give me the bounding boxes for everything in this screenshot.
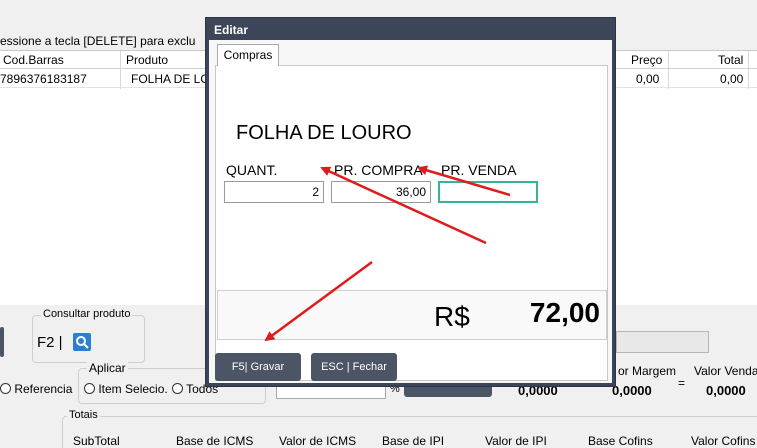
annotation-arrows xyxy=(264,165,511,342)
arrow-to-save xyxy=(264,260,373,342)
arrow-to-pr-compra xyxy=(417,165,511,197)
arrow-to-quant xyxy=(320,166,487,245)
